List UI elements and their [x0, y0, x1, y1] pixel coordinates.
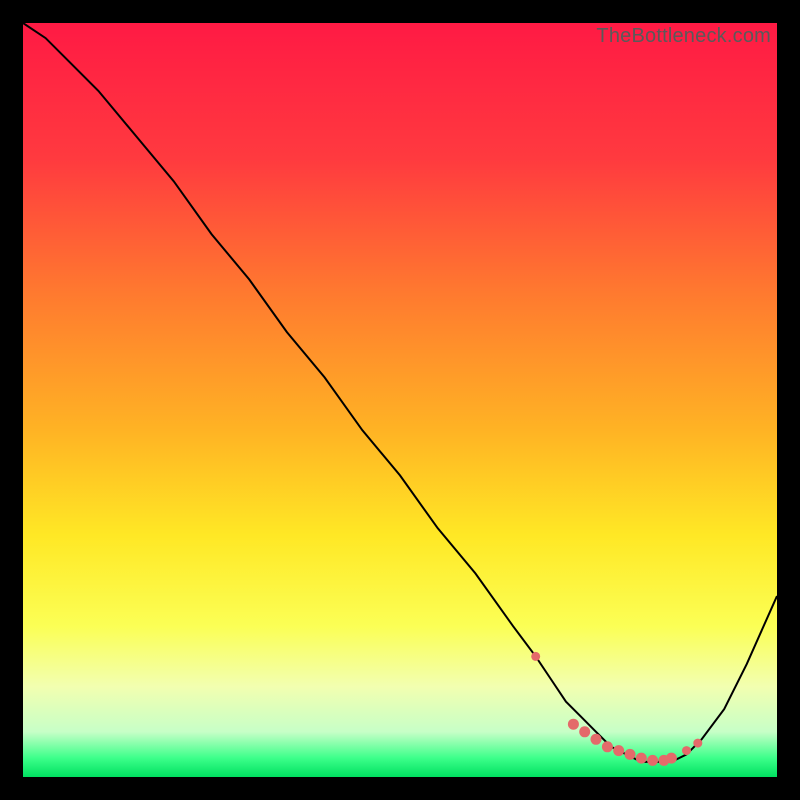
marker-dot	[568, 719, 579, 730]
chart-frame: TheBottleneck.com	[23, 23, 777, 777]
marker-dot	[636, 753, 647, 764]
marker-dot	[693, 739, 702, 748]
marker-dot	[602, 741, 613, 752]
marker-dot	[591, 734, 602, 745]
bottleneck-chart	[23, 23, 777, 777]
marker-dot	[682, 746, 691, 755]
marker-dot	[613, 745, 624, 756]
marker-dot	[625, 749, 636, 760]
watermark-text: TheBottleneck.com	[596, 25, 771, 48]
marker-dot	[579, 726, 590, 737]
marker-dot	[531, 652, 540, 661]
marker-dot	[647, 755, 658, 766]
marker-dot	[666, 753, 677, 764]
